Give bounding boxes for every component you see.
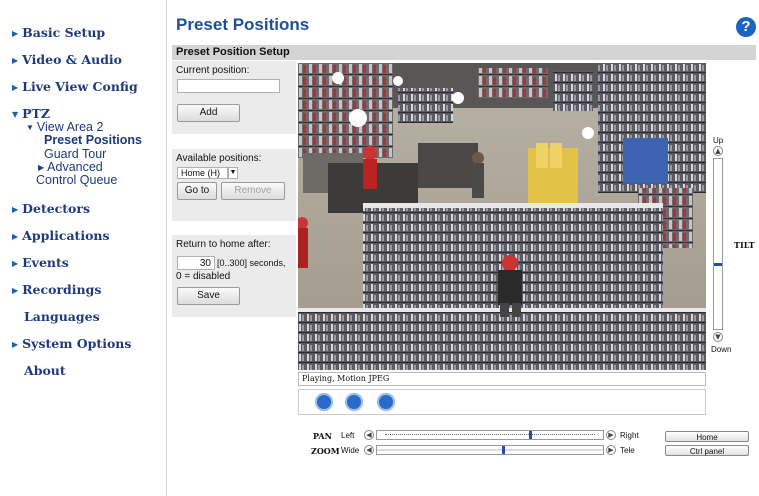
- nav-ptz[interactable]: ▼ PTZ: [12, 106, 50, 121]
- home-button[interactable]: Home: [665, 431, 749, 442]
- nav-guard-tour[interactable]: Guard Tour: [44, 147, 106, 161]
- nav-about[interactable]: About: [24, 363, 66, 378]
- section-header: Preset Position Setup: [172, 45, 756, 60]
- zoom-tele-label: Tele: [620, 446, 635, 455]
- nav-basic-setup[interactable]: ▶ Basic Setup: [12, 25, 105, 40]
- zoom-label: ZOOM: [311, 446, 340, 456]
- pan-right-arrow-icon[interactable]: ▶: [606, 430, 616, 440]
- available-positions-label: Available positions:: [176, 153, 262, 164]
- fullscreen-icon[interactable]: [377, 393, 395, 411]
- current-position-label: Current position:: [176, 65, 250, 76]
- chevron-right-icon: ▶: [12, 286, 19, 295]
- current-position-panel: Current position: Add: [172, 61, 296, 134]
- return-home-label: Return to home after:: [176, 239, 271, 250]
- nav-languages[interactable]: Languages: [24, 309, 100, 324]
- nav-preset-positions[interactable]: Preset Positions: [44, 133, 142, 147]
- chevron-right-icon: ▶: [12, 232, 19, 241]
- store-scene-image: [298, 63, 706, 370]
- chevron-right-icon: ▶: [12, 340, 19, 349]
- zoom-tele-arrow-icon[interactable]: ▶: [606, 445, 616, 455]
- pan-left-label: Left: [341, 431, 355, 440]
- nav-system-options[interactable]: ▶ System Options: [12, 336, 131, 351]
- pan-slider[interactable]: [376, 430, 604, 440]
- nav-applications[interactable]: ▶ Applications: [12, 228, 110, 243]
- zoom-wide-arrow-icon[interactable]: ◀: [364, 445, 374, 455]
- chevron-down-icon: ▼: [12, 110, 19, 119]
- disabled-hint: 0 = disabled: [176, 271, 231, 282]
- pan-left-arrow-icon[interactable]: ◀: [364, 430, 374, 440]
- stop-icon[interactable]: [315, 393, 333, 411]
- return-home-panel: Return to home after: 30 [0..300] second…: [172, 235, 296, 317]
- section-title: Preset Position Setup: [176, 46, 290, 58]
- tilt-label: TILT: [734, 240, 755, 250]
- add-button[interactable]: Add: [177, 104, 240, 122]
- zoom-wide-label: Wide: [341, 446, 360, 455]
- nav-control-queue[interactable]: Control Queue: [36, 173, 117, 187]
- chevron-right-icon: ▶: [12, 83, 19, 92]
- current-position-input[interactable]: [177, 79, 280, 93]
- nav-detectors[interactable]: ▶ Detectors: [12, 201, 90, 216]
- nav-live-view-config[interactable]: ▶ Live View Config: [12, 79, 138, 94]
- nav-video-audio[interactable]: ▶ Video & Audio: [12, 52, 122, 67]
- nav-events[interactable]: ▶ Events: [12, 255, 69, 270]
- chevron-right-icon: ▶: [12, 205, 19, 214]
- pan-slider-thumb[interactable]: [529, 431, 532, 439]
- sidebar: ▶ Basic Setup ▶ Video & Audio ▶ Live View C…: [0, 0, 167, 496]
- pan-label: PAN: [313, 431, 332, 441]
- return-home-input[interactable]: 30: [177, 256, 215, 270]
- chevron-right-icon: ▶: [12, 259, 19, 268]
- snapshot-icon[interactable]: [345, 393, 363, 411]
- help-icon[interactable]: ?: [736, 17, 756, 37]
- chevron-down-icon: ▼: [26, 123, 34, 132]
- nav-recordings[interactable]: ▶ Recordings: [12, 282, 101, 297]
- video-control-bar: [298, 389, 706, 415]
- tilt-slider-thumb[interactable]: [714, 263, 722, 266]
- available-positions-select[interactable]: Home (H): [177, 167, 228, 179]
- tilt-down-label: Down: [711, 345, 732, 354]
- available-positions-panel: Available positions: Home (H) ▼ Go to Re…: [172, 149, 296, 221]
- video-status-bar: Playing, Motion JPEG: [298, 372, 706, 386]
- chevron-right-icon: ▶: [12, 29, 19, 38]
- page-title: Preset Positions: [176, 15, 310, 34]
- live-video-view[interactable]: [298, 63, 706, 370]
- tilt-up-arrow-icon[interactable]: ▲: [713, 146, 723, 156]
- pan-right-label: Right: [620, 431, 639, 440]
- goto-button[interactable]: Go to: [177, 182, 217, 200]
- nav-advanced[interactable]: ▶ Advanced: [38, 160, 103, 174]
- save-button[interactable]: Save: [177, 287, 240, 305]
- zoom-slider-thumb[interactable]: [502, 446, 505, 454]
- tilt-slider[interactable]: [713, 158, 723, 330]
- tilt-down-arrow-icon[interactable]: ▼: [713, 332, 723, 342]
- nav-view-area[interactable]: ▼ View Area 2: [26, 120, 103, 134]
- dropdown-arrow-icon[interactable]: ▼: [228, 167, 238, 179]
- chevron-right-icon: ▶: [38, 163, 45, 172]
- remove-button[interactable]: Remove: [221, 182, 285, 200]
- tilt-up-label: Up: [713, 136, 724, 145]
- chevron-right-icon: ▶: [12, 56, 19, 65]
- zoom-slider[interactable]: [376, 445, 604, 455]
- return-home-range: [0..300] seconds,: [217, 258, 286, 268]
- ctrl-panel-button[interactable]: Ctrl panel: [665, 445, 749, 456]
